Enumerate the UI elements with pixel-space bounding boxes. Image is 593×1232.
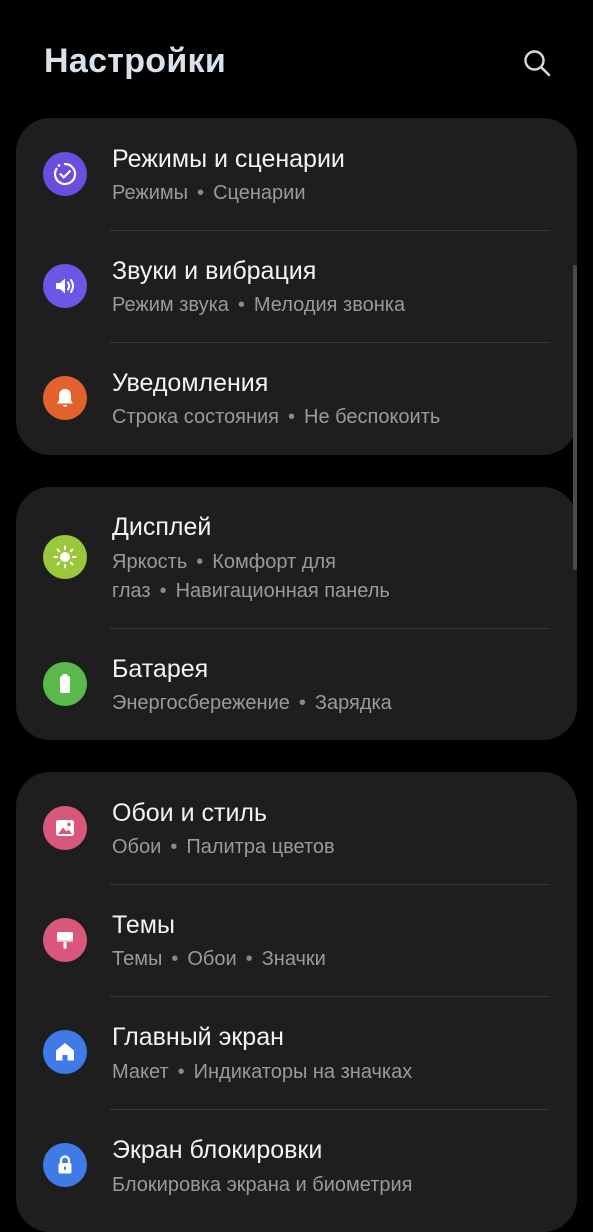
routine-check-icon bbox=[43, 152, 87, 196]
item-subtitle: Режимы • Сценарии bbox=[112, 182, 306, 204]
item-subtitle: Режим звука • Мелодия звонка bbox=[112, 294, 406, 316]
item-title: Дисплей bbox=[112, 513, 212, 541]
settings-item-wallpaper-style[interactable]: Обои и стиль Обои • Палитра цветов bbox=[16, 772, 577, 885]
page-title: Настройки bbox=[44, 42, 227, 80]
search-button[interactable] bbox=[512, 40, 562, 86]
lock-icon bbox=[43, 1143, 87, 1187]
item-title: Режимы и сценарии bbox=[112, 145, 345, 173]
item-subtitle: Темы • Обои • Значки bbox=[112, 948, 326, 970]
bell-icon bbox=[43, 376, 87, 420]
settings-group-personalization: Обои и стиль Обои • Палитра цветов Темы Те… bbox=[16, 772, 577, 1232]
settings-group-display-battery: Дисплей Яркость • Комфорт для глаз • Навигац… bbox=[16, 487, 577, 740]
item-subtitle: Обои • Палитра цветов bbox=[112, 836, 335, 858]
image-icon bbox=[43, 806, 87, 850]
item-title: Батарея bbox=[112, 655, 209, 683]
item-title: Экран блокировки bbox=[112, 1136, 323, 1164]
item-title: Звуки и вибрация bbox=[112, 257, 317, 285]
item-title: Главный экран bbox=[112, 1023, 284, 1051]
item-subtitle: Энергосбережение • Зарядка bbox=[112, 692, 392, 714]
item-subtitle: Яркость • Комфорт для глаз • Навигационная п… bbox=[112, 551, 390, 602]
settings-item-lock-screen[interactable]: Экран блокировки Блокировка экрана и био… bbox=[16, 1110, 577, 1232]
settings-item-sounds[interactable]: Звуки и вибрация Режим звука • Мелодия зво… bbox=[16, 231, 577, 343]
settings-item-notifications[interactable]: Уведомления Строка состояния • Не беспокои… bbox=[16, 343, 577, 455]
settings-item-home-screen[interactable]: Главный экран Макет • Индикаторы на значка… bbox=[16, 997, 577, 1110]
app-header: Настройки bbox=[0, 0, 593, 118]
item-title: Уведомления bbox=[112, 369, 269, 397]
item-subtitle: Строка состояния • Не беспокоить bbox=[112, 406, 441, 428]
settings-item-battery[interactable]: Батарея Энергосбережение • Зарядка bbox=[16, 629, 577, 740]
search-icon bbox=[524, 50, 551, 77]
scrollbar[interactable] bbox=[573, 265, 577, 570]
brush-icon bbox=[43, 918, 87, 962]
settings-item-themes[interactable]: Темы Темы • Обои • Значки bbox=[16, 885, 577, 997]
item-subtitle: Блокировка экрана и биометрия bbox=[112, 1174, 413, 1196]
item-subtitle: Макет • Индикаторы на значках bbox=[112, 1061, 413, 1083]
settings-group-connections: Режимы и сценарии Режимы • Сценарии Звуки … bbox=[16, 118, 577, 455]
item-title: Темы bbox=[112, 911, 175, 939]
home-icon bbox=[43, 1030, 87, 1074]
speaker-icon bbox=[43, 264, 87, 308]
settings-item-display[interactable]: Дисплей Яркость • Комфорт для глаз • Навигац… bbox=[16, 487, 577, 629]
settings-item-modes-routines[interactable]: Режимы и сценарии Режимы • Сценарии bbox=[16, 118, 577, 231]
battery-icon bbox=[43, 662, 87, 706]
item-title: Обои и стиль bbox=[112, 799, 268, 827]
sun-icon bbox=[43, 535, 87, 579]
